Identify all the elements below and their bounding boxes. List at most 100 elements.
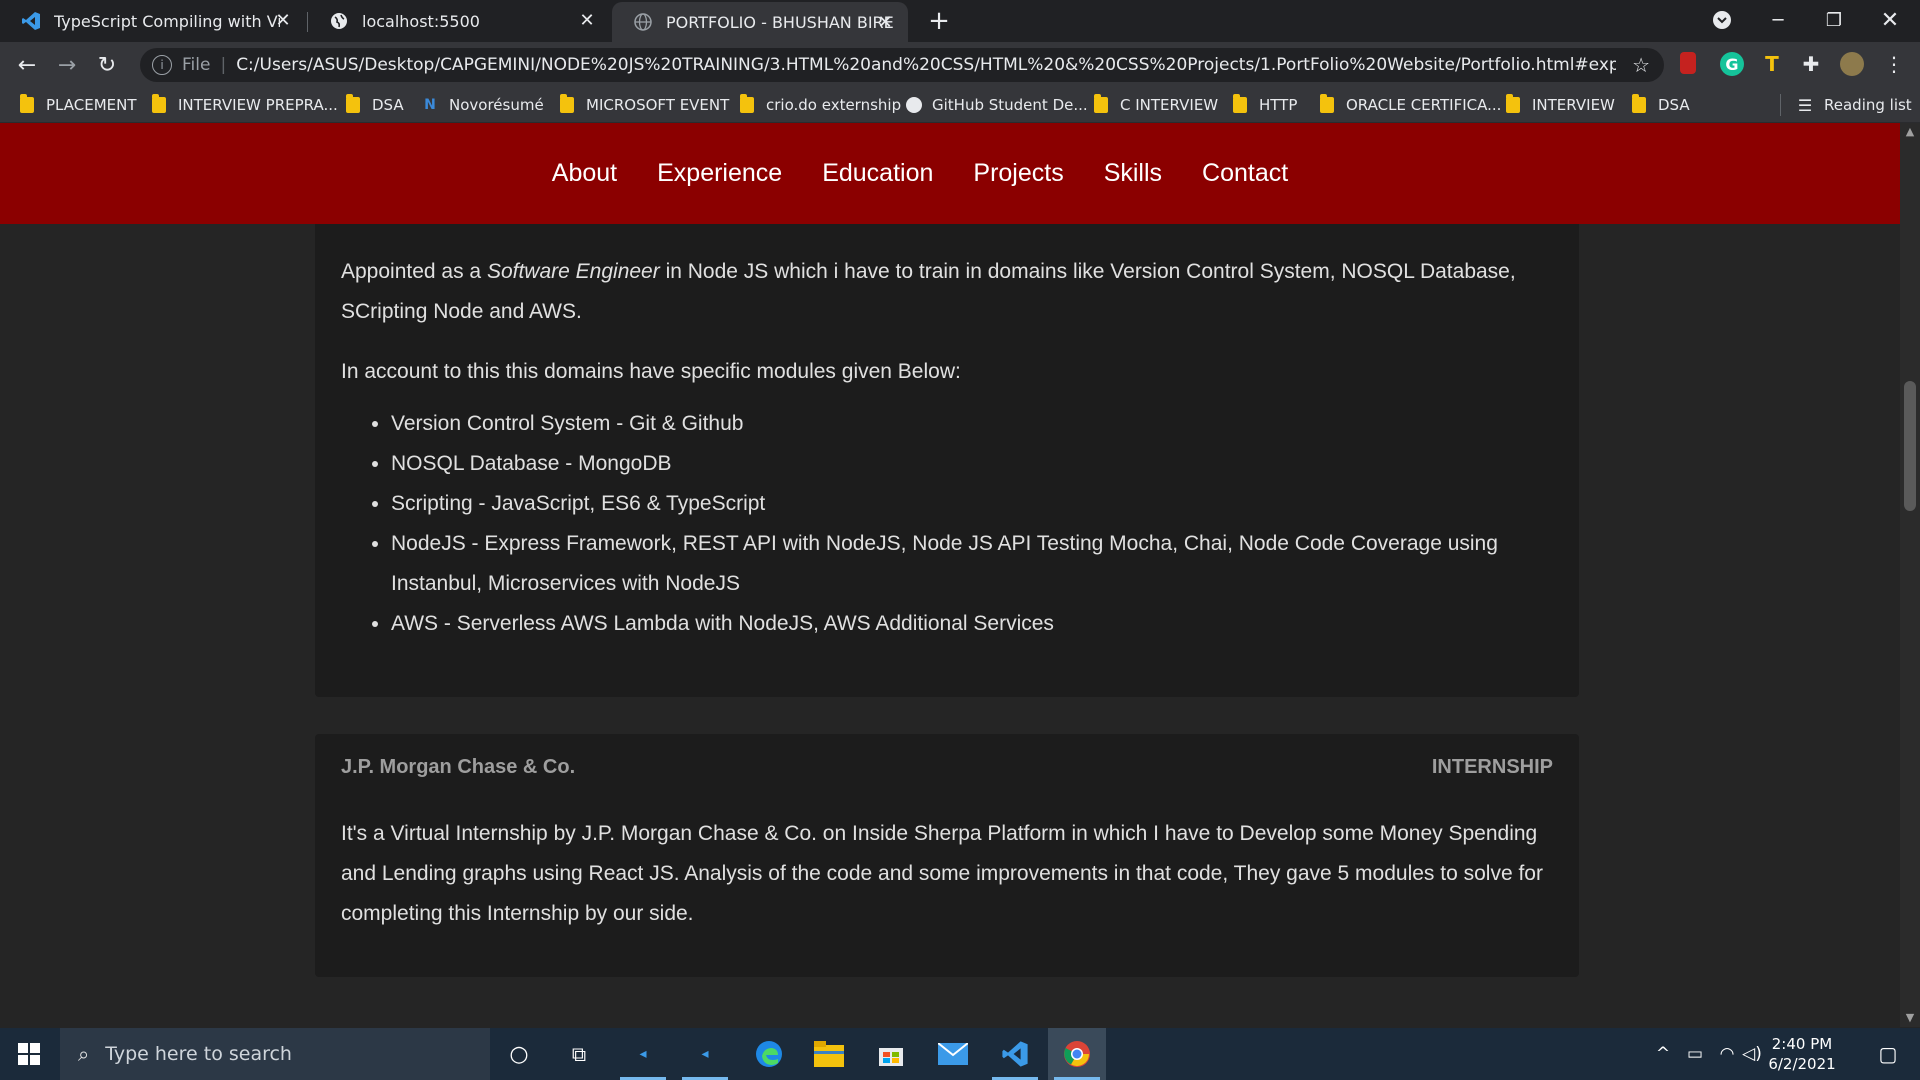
modules-intro: In account to this this domains have spe… [341,360,961,383]
bookmark-interview[interactable]: INTERVIEW [1506,94,1615,116]
vscode-small-icon[interactable]: ◂ [614,1028,672,1080]
experience-intro: Appointed as a Software Engineer in Node… [341,260,1516,323]
folder-icon [740,94,754,113]
task-view-icon[interactable]: ⧉ [550,1028,608,1080]
card-header: J.P. Morgan Chase & Co. INTERNSHIP [341,734,1553,794]
taskbar-search-input[interactable]: ⌕ Type here to search [60,1028,490,1080]
windows-start-icon[interactable] [0,1028,58,1080]
modules-list: Version Control System - Git & Github NO… [341,404,1553,644]
tab-portfolio[interactable]: PORTFOLIO - BHUSHAN BIRE ✕ [612,2,908,42]
chrome-icon[interactable] [1048,1028,1106,1080]
tab-typescript[interactable]: TypeScript Compiling with Visual ✕ [0,0,306,42]
portfolio-navbar: About Experience Education Projects Skil… [0,123,1900,224]
scrollbar-thumb[interactable] [1904,381,1916,511]
close-tab-icon[interactable]: ✕ [874,11,896,33]
menu-dots-icon[interactable]: ⋮ [1882,52,1906,76]
bookmark-c-interview[interactable]: C INTERVIEW [1094,94,1218,116]
reading-list-button[interactable]: ☰ Reading list [1796,94,1912,116]
cortana-icon[interactable]: ○ [490,1028,548,1080]
grammarly-icon[interactable]: G [1720,52,1744,76]
folder-icon [20,94,34,113]
company-name: J.P. Morgan Chase & Co. [341,756,576,778]
battery-icon[interactable]: ▭ [1680,1028,1710,1080]
forward-icon[interactable]: → [52,50,82,80]
reading-list-icon: ☰ [1797,95,1813,115]
folder-icon [1632,94,1646,113]
extension-red-icon[interactable] [1680,52,1696,74]
position-type: INTERNSHIP [1431,756,1553,778]
experience-card-jpmorgan: J.P. Morgan Chase & Co. INTERNSHIP It's … [315,734,1579,977]
novoresume-icon: N [424,97,436,113]
extensions-puzzle-icon[interactable]: ✚ [1799,52,1823,76]
globe-icon [328,10,350,32]
folder-icon [1233,94,1247,113]
bookmark-github-student[interactable]: GitHub Student De... [906,94,1088,116]
profile-avatar[interactable] [1840,52,1864,76]
bookmark-novoresume[interactable]: N Novorésumé [421,94,544,116]
restore-icon[interactable]: ❐ [1806,0,1862,40]
list-item: Version Control System - Git & Github [391,404,1553,444]
mail-icon[interactable] [924,1028,982,1080]
tab-localhost[interactable]: localhost:5500 ✕ [308,0,610,42]
bookmark-microsoft-event[interactable]: MICROSOFT EVENT [560,94,729,116]
taskbar-clock[interactable]: 2:40 PM 6/2/2021 [1762,1034,1842,1074]
bookmark-star-icon[interactable]: ☆ [1632,53,1650,77]
page-scrollbar[interactable]: ▲ ▼ [1900,123,1920,1027]
folder-icon [1320,94,1334,113]
folder-icon [1094,94,1108,113]
scroll-down-icon[interactable]: ▼ [1900,1009,1920,1027]
close-tab-icon[interactable]: ✕ [576,9,598,31]
bookmark-interview-prepra[interactable]: INTERVIEW PREPRA... [152,94,338,116]
bookmark-http[interactable]: HTTP [1233,94,1297,116]
folder-icon [152,94,166,113]
nav-skills[interactable]: Skills [1104,159,1162,188]
bookmarks-bar: PLACEMENT INTERVIEW PREPRA... DSA N Novor… [0,88,1920,123]
close-window-icon[interactable]: ✕ [1862,0,1918,40]
info-icon[interactable]: i [152,55,172,75]
show-hidden-icons[interactable]: ^ [1648,1028,1678,1080]
notifications-icon[interactable]: ▢ [1864,1028,1912,1080]
folder-icon [1506,94,1520,113]
extension-t-icon[interactable]: T [1760,52,1784,76]
address-bar[interactable]: i File | C:/Users/ASUS/Desktop/CAPGEMINI… [140,48,1664,82]
list-item: NOSQL Database - MongoDB [391,444,1553,484]
folder-icon [346,94,360,113]
browser-toolbar: ← → ↻ i File | C:/Users/ASUS/Desktop/CAP… [0,42,1920,88]
new-tab-button[interactable]: + [924,6,954,36]
list-item: Scripting - JavaScript, ES6 & TypeScript [391,484,1553,524]
minimize-icon[interactable]: ─ [1750,0,1806,40]
nav-projects[interactable]: Projects [973,159,1063,188]
scroll-up-icon[interactable]: ▲ [1900,123,1920,141]
edge-icon[interactable] [740,1028,798,1080]
nav-experience[interactable]: Experience [657,159,782,188]
vscode-small-icon-2[interactable]: ◂ [676,1028,734,1080]
tab-search-icon[interactable] [1694,0,1750,40]
close-tab-icon[interactable]: ✕ [272,9,294,31]
bookmark-placement[interactable]: PLACEMENT [20,94,137,116]
globe-icon [632,11,654,33]
tab-strip: TypeScript Compiling with Visual ✕ local… [0,0,1920,42]
store-icon[interactable] [862,1028,920,1080]
volume-icon[interactable]: ◁) [1740,1028,1764,1080]
bookmark-crio-externship[interactable]: crio.do externship [740,94,901,116]
nav-education[interactable]: Education [822,159,933,188]
bookmark-dsa[interactable]: DSA [346,94,404,116]
back-icon[interactable]: ← [12,50,42,80]
url-text[interactable]: C:/Users/ASUS/Desktop/CAPGEMINI/NODE%20J… [236,55,1616,75]
address-divider: | [220,55,227,75]
file-explorer-icon[interactable] [800,1028,858,1080]
bookmark-oracle-certification[interactable]: ORACLE CERTIFICA... [1320,94,1501,116]
folder-icon [560,94,574,113]
wifi-icon[interactable]: ◠ [1712,1028,1742,1080]
github-icon [906,97,922,113]
vscode-icon[interactable] [986,1028,1044,1080]
bookmark-dsa-2[interactable]: DSA [1632,94,1690,116]
nav-contact[interactable]: Contact [1202,159,1288,188]
list-item: NodeJS - Express Framework, REST API wit… [391,524,1553,604]
internship-description: It's a Virtual Internship by J.P. Morgan… [341,822,1543,925]
nav-about[interactable]: About [552,159,617,188]
page-viewport: About Experience Education Projects Skil… [0,123,1920,1027]
windows-taskbar: ⌕ Type here to search ○ ⧉ ◂ ◂ ^ ▭ ◠ ◁) 2… [0,1028,1920,1080]
reload-icon[interactable]: ↻ [92,50,122,80]
search-icon: ⌕ [78,1042,90,1066]
